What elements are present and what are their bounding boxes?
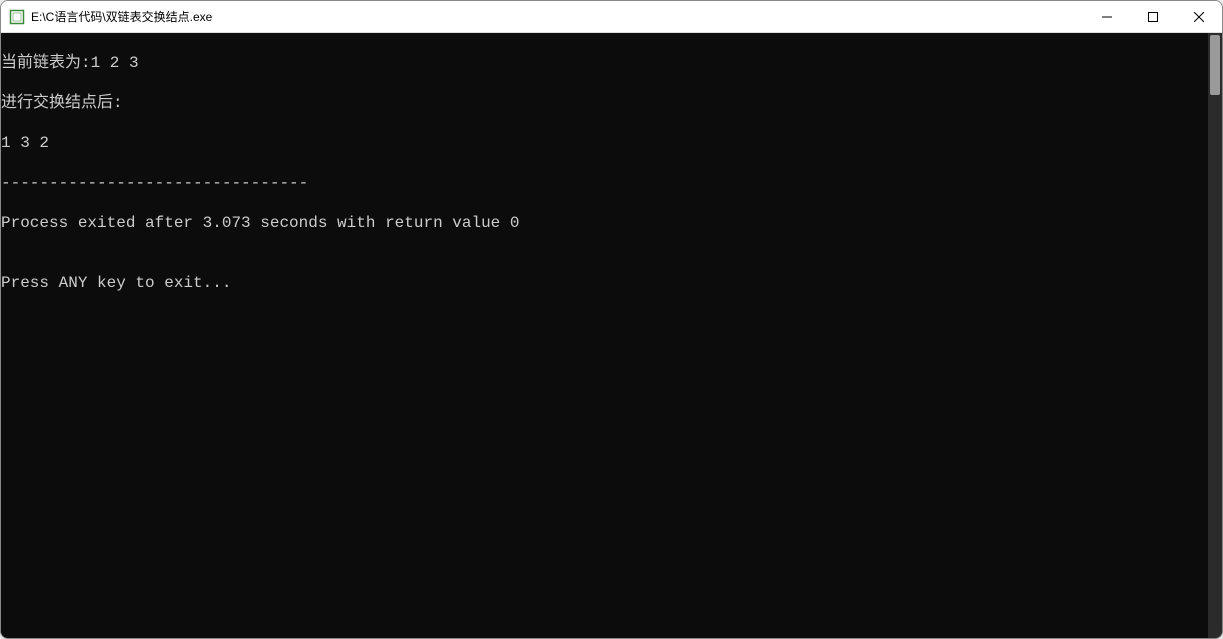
output-line: 1 3 2 [1, 133, 1208, 153]
titlebar[interactable]: E:\C语言代码\双链表交换结点.exe [1, 1, 1222, 33]
window-controls [1084, 1, 1222, 32]
close-button[interactable] [1176, 1, 1222, 32]
terminal-output[interactable]: 当前链表为:1 2 3 进行交换结点后: 1 3 2 -------------… [1, 33, 1208, 638]
scrollbar-thumb[interactable] [1210, 35, 1220, 95]
output-line: Press ANY key to exit... [1, 273, 1208, 293]
output-line: 进行交换结点后: [1, 93, 1208, 113]
titlebar-left: E:\C语言代码\双链表交换结点.exe [9, 8, 212, 25]
window-title: E:\C语言代码\双链表交换结点.exe [31, 8, 212, 25]
output-line: Process exited after 3.073 seconds with … [1, 213, 1208, 233]
content-area: 当前链表为:1 2 3 进行交换结点后: 1 3 2 -------------… [1, 33, 1222, 638]
output-line: -------------------------------- [1, 173, 1208, 193]
maximize-button[interactable] [1130, 1, 1176, 32]
output-line: 当前链表为:1 2 3 [1, 53, 1208, 73]
vertical-scrollbar[interactable] [1208, 33, 1222, 638]
minimize-icon [1102, 12, 1112, 22]
minimize-button[interactable] [1084, 1, 1130, 32]
app-icon [9, 9, 25, 25]
maximize-icon [1148, 12, 1158, 22]
app-window: E:\C语言代码\双链表交换结点.exe 当前链表为:1 2 3 [0, 0, 1223, 639]
close-icon [1194, 12, 1204, 22]
